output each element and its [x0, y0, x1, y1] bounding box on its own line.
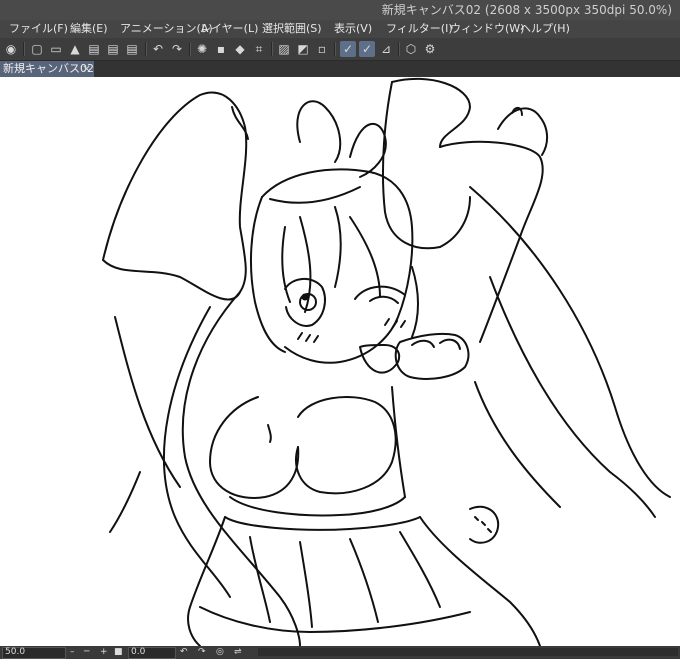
title-bar: 新規キャンバス02 (2608 x 3500px 350dpi 50.0%): [0, 0, 680, 20]
zoom-value[interactable]: 50.0: [5, 646, 25, 658]
clip-studio-icon[interactable]: ◉: [3, 41, 19, 57]
invert-icon[interactable]: ▨: [276, 41, 292, 57]
rotate-left-icon[interactable]: ↶: [180, 646, 188, 658]
horizontal-scrollbar[interactable]: [258, 648, 678, 656]
menu-layer[interactable]: レイヤー(L): [200, 20, 258, 38]
menu-view[interactable]: 表示(V): [334, 20, 372, 38]
export-webp-icon[interactable]: ▤: [124, 41, 140, 57]
rotate-right-icon[interactable]: ↷: [198, 646, 206, 658]
tab-bar: 新規キャンバス02 ×: [0, 61, 680, 77]
rotation-value[interactable]: 0.0: [131, 646, 145, 658]
fit-icon[interactable]: ■: [114, 646, 123, 658]
menu-edit[interactable]: 編集(E): [70, 20, 108, 38]
cube-icon[interactable]: ⬡: [403, 41, 419, 57]
snap-grid-icon[interactable]: ▫: [314, 41, 330, 57]
status-bar: 50.0 – ─ + ■ 0.0 ↶ ↷ ◎ ⇌: [0, 646, 680, 659]
new-icon[interactable]: ▢: [29, 41, 45, 57]
reset-rotation-icon[interactable]: ◎: [216, 646, 224, 658]
fill-icon[interactable]: ▪: [213, 41, 229, 57]
close-icon[interactable]: ×: [82, 61, 91, 77]
menu-help[interactable]: ヘルプ(H): [520, 20, 570, 38]
open-icon[interactable]: ▭: [48, 41, 64, 57]
redo-icon[interactable]: ↷: [169, 41, 185, 57]
window-title: 新規キャンバス02 (2608 x 3500px 350dpi 50.0%): [381, 3, 672, 17]
export-jpg-icon[interactable]: ▤: [86, 41, 102, 57]
clear-icon[interactable]: ✺: [194, 41, 210, 57]
menu-animation[interactable]: アニメーション(A): [120, 20, 213, 38]
snap-special-ruler-icon[interactable]: ✓: [359, 41, 375, 57]
snap-ruler-icon[interactable]: ✓: [340, 41, 356, 57]
flip-icon[interactable]: ⇌: [234, 646, 242, 658]
deselect-icon[interactable]: ⌗: [251, 41, 267, 57]
settings-icon[interactable]: ⚙: [422, 41, 438, 57]
lineart-illustration: [102, 77, 671, 646]
menu-file[interactable]: ファイル(F): [9, 20, 68, 38]
command-bar: ◉ ▢ ▭ ▲ ▤ ▤ ▤ ↶ ↷ ✺ ▪ ◆ ⌗ ▨ ◩ ▫ ✓ ✓ ⊿ ⬡ …: [0, 38, 680, 61]
undo-icon[interactable]: ↶: [150, 41, 166, 57]
menu-selection[interactable]: 選択範囲(S): [262, 20, 322, 38]
tab-canvas[interactable]: 新規キャンバス02 ×: [0, 61, 94, 77]
zoom-slider-icon[interactable]: ─: [84, 646, 89, 658]
snap-perspective-icon[interactable]: ⊿: [378, 41, 394, 57]
tab-label: 新規キャンバス02: [3, 62, 94, 75]
zoom-out-icon[interactable]: –: [70, 646, 75, 658]
menu-filter[interactable]: フィルター(I): [386, 20, 453, 38]
hide-selection-icon[interactable]: ◩: [295, 41, 311, 57]
transform-icon[interactable]: ◆: [232, 41, 248, 57]
zoom-in-icon[interactable]: +: [100, 646, 108, 658]
save-icon[interactable]: ▲: [67, 41, 83, 57]
export-png-icon[interactable]: ▤: [105, 41, 121, 57]
menu-bar: ファイル(F) 編集(E) アニメーション(A) レイヤー(L) 選択範囲(S)…: [0, 20, 680, 38]
menu-window[interactable]: ウィンドウ(W): [450, 20, 524, 38]
drawing-canvas[interactable]: [0, 77, 680, 646]
